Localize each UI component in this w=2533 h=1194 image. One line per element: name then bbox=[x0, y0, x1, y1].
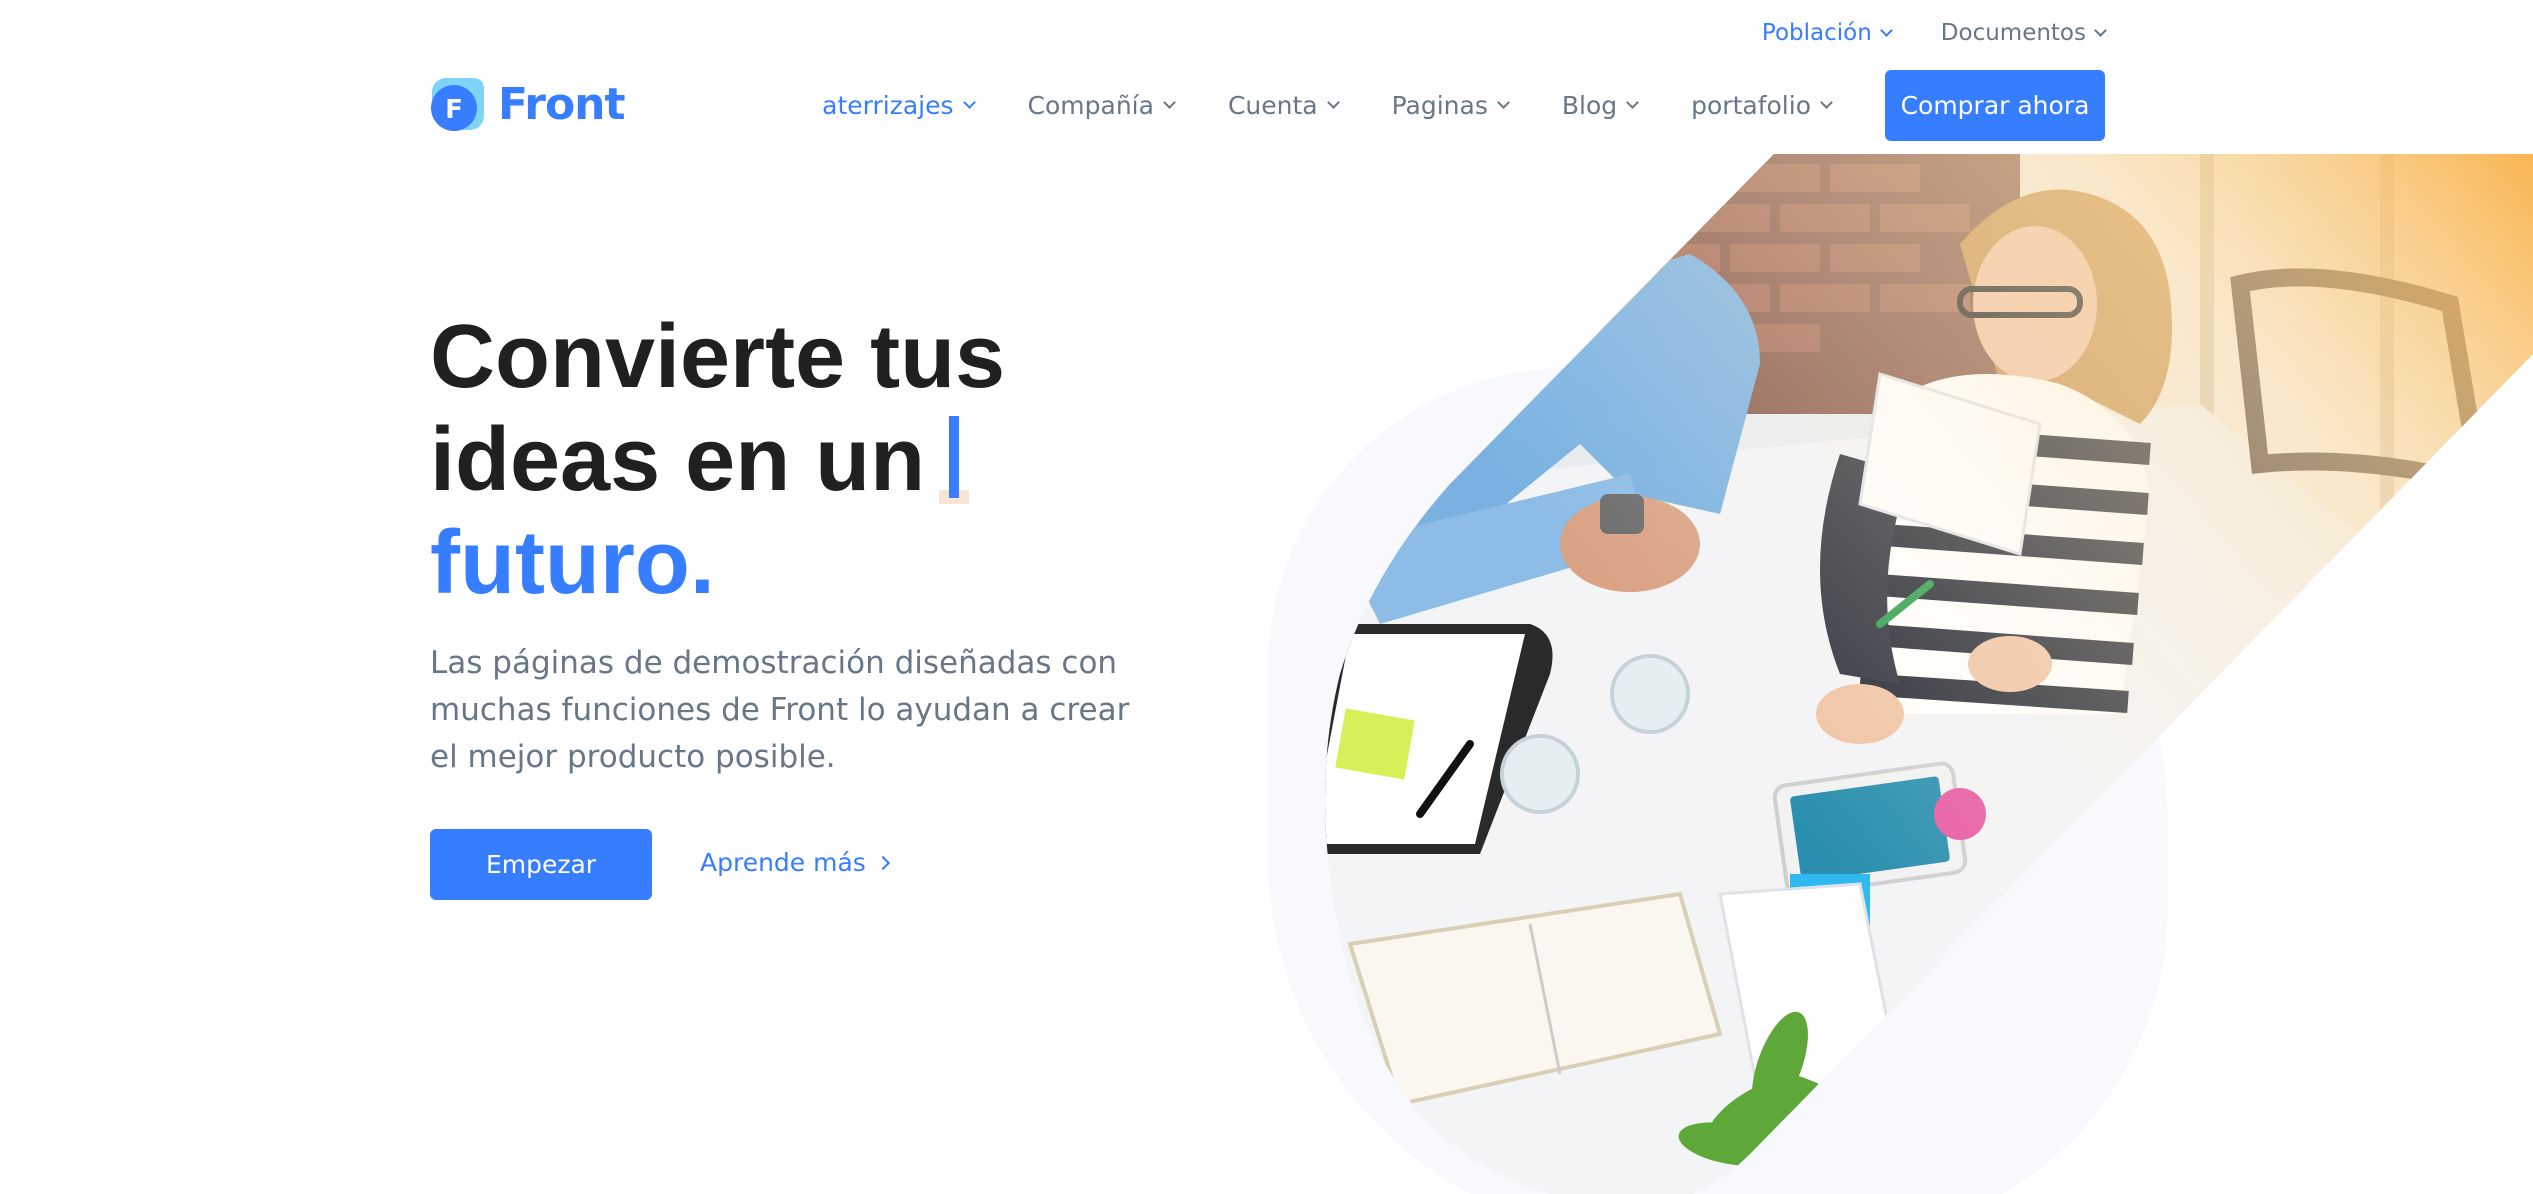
hero-subtitle: Las páginas de demostración diseñadas co… bbox=[430, 645, 1130, 775]
topbar-item-poblacion[interactable]: Población bbox=[1761, 20, 1893, 46]
nav-item-blog[interactable]: Blog bbox=[1561, 91, 1640, 120]
nav-item-label: Compañía bbox=[1027, 91, 1154, 120]
learn-more-label: Aprende más bbox=[700, 848, 866, 877]
chevron-down-icon bbox=[2094, 23, 2107, 37]
chevron-down-icon bbox=[1326, 96, 1340, 109]
nav-item-paginas[interactable]: Paginas bbox=[1391, 91, 1510, 120]
nav-item-label: aterrizajes bbox=[822, 91, 954, 120]
svg-text:F: F bbox=[445, 95, 463, 125]
chevron-down-icon bbox=[1820, 96, 1833, 109]
nav-item-label: Paginas bbox=[1391, 91, 1488, 120]
chevron-down-icon bbox=[1626, 96, 1640, 109]
nav-item-portafolio[interactable]: portafolio bbox=[1691, 91, 1833, 120]
nav-item-aterrizajes[interactable]: aterrizajes bbox=[822, 91, 976, 120]
main-nav: aterrizajes Compañía Cuenta Paginas Blog… bbox=[822, 70, 2105, 141]
hero-title-accent-text: futuro. bbox=[430, 513, 715, 613]
hero-image bbox=[1325, 154, 2533, 1194]
chevron-down-icon bbox=[1879, 23, 1893, 37]
start-button[interactable]: Empezar bbox=[430, 829, 652, 900]
nav-item-cuenta[interactable]: Cuenta bbox=[1227, 91, 1340, 120]
buy-now-button[interactable]: Comprar ahora bbox=[1885, 70, 2105, 141]
chevron-down-icon bbox=[1163, 96, 1176, 109]
hero-title-line-1: Convierte tus bbox=[430, 307, 1006, 407]
hero-title-line-2: ideas en un bbox=[430, 409, 1005, 512]
nav-item-label: Blog bbox=[1561, 91, 1618, 120]
hero-title-line-3: futuro. bbox=[430, 512, 1005, 615]
chevron-right-icon bbox=[875, 855, 890, 870]
brand-name: Front bbox=[498, 78, 626, 130]
typing-cursor bbox=[939, 416, 970, 504]
brand-logo[interactable]: F Front bbox=[430, 76, 626, 132]
nav-item-compania[interactable]: Compañía bbox=[1027, 91, 1176, 120]
nav-item-label: Cuenta bbox=[1227, 91, 1318, 120]
chevron-down-icon bbox=[962, 96, 976, 109]
topbar-item-label: Documentos bbox=[1940, 20, 2086, 46]
topbar-item-documentos[interactable]: Documentos bbox=[1940, 20, 2107, 46]
hero-title-accent: futuro. bbox=[430, 512, 715, 615]
topbar-item-label: Población bbox=[1761, 20, 1872, 46]
chevron-down-icon bbox=[1497, 96, 1510, 109]
hero-title-line-2-text: ideas en un bbox=[430, 410, 926, 510]
hero-title: Convierte tus ideas en un futuro. bbox=[430, 306, 1005, 615]
learn-more-link[interactable]: Aprende más bbox=[700, 848, 890, 877]
top-utility-bar: Población Documentos bbox=[1761, 20, 2107, 46]
front-logo-icon: F bbox=[431, 78, 484, 131]
nav-item-label: portafolio bbox=[1691, 91, 1811, 120]
